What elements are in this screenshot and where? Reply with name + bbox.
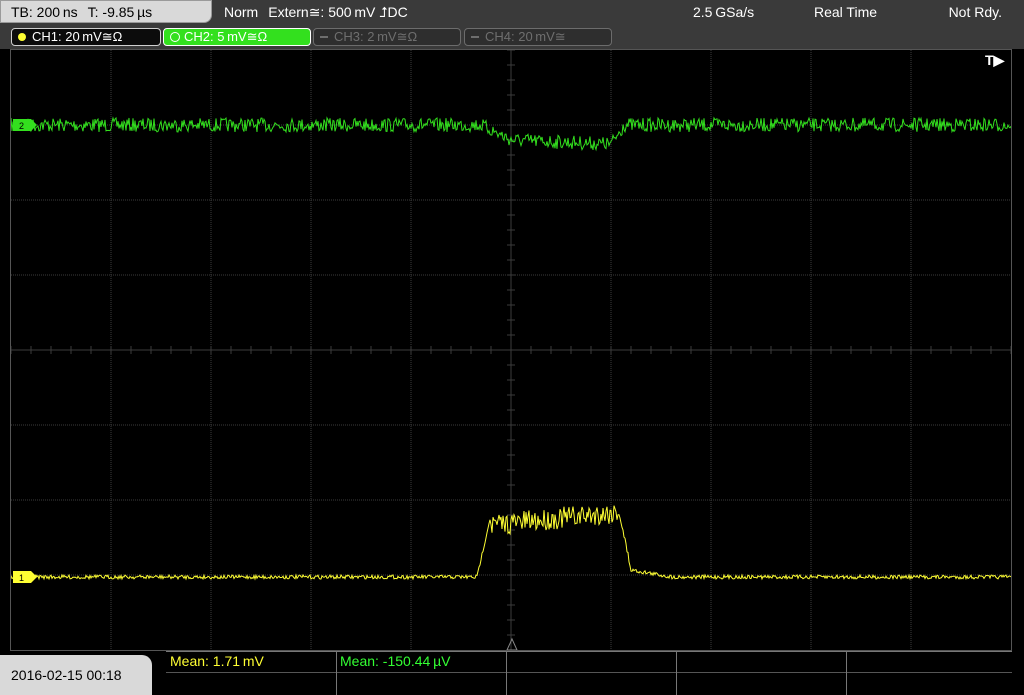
channel-1-offset-marker[interactable]: 1 xyxy=(13,571,37,583)
acquisition-status: Not Rdy. xyxy=(948,4,1002,20)
table-row-divider xyxy=(166,672,1012,673)
table-column-divider xyxy=(506,651,507,695)
table-column-divider xyxy=(676,651,677,695)
status-bar: TB: 200 ns T: -9.85 µs Norm Extern≅: 500 m… xyxy=(0,0,1024,25)
channel-2-tab[interactable]: CH2: 5 mV≅Ω xyxy=(163,28,311,46)
channel-1-indicator-icon xyxy=(18,33,26,41)
trigger-position-icon[interactable] xyxy=(506,637,518,650)
trigger-mode: Norm xyxy=(224,4,259,20)
table-column-divider xyxy=(846,651,847,695)
table-column-divider xyxy=(336,651,337,695)
table-top-border xyxy=(166,651,1012,652)
channel-4-label: CH4: 20 mV≅ xyxy=(485,29,566,44)
channel-bar: CH1: 20 mV≅Ω CH2: 5 mV≅Ω CH3: 2 mV≅Ω CH4… xyxy=(0,25,1024,49)
channel-2-marker-label: 2 xyxy=(19,121,24,131)
channel-1-mean[interactable]: Mean: 1.71 mV xyxy=(170,653,264,669)
date-time: 2016-02-15 00:18 xyxy=(0,655,152,695)
waveform-display[interactable]: 2 1 xyxy=(10,49,1012,651)
timebase-panel[interactable]: TB: 200 ns T: -9.85 µs xyxy=(0,0,212,23)
channel-3-indicator-icon xyxy=(320,36,328,38)
measurement-table: Mean: 1.71 mV Mean: -150.44 µV xyxy=(166,651,1012,695)
timebase: TB: 200 ns xyxy=(11,4,78,20)
trigger-source: Extern≅: 500 mV ⮥DC xyxy=(268,4,408,20)
channel-2-label: CH2: 5 mV≅Ω xyxy=(184,29,268,44)
trigger-panel[interactable]: Norm Extern≅: 500 mV ⮥DC xyxy=(224,0,418,24)
channel-2-mean[interactable]: Mean: -150.44 µV xyxy=(340,653,451,669)
sample-rate[interactable]: 2.5 GSa/s xyxy=(693,0,754,24)
waveform-canvas: 2 1 xyxy=(11,50,1011,650)
channel-3-tab[interactable]: CH3: 2 mV≅Ω xyxy=(313,28,461,46)
channel-1-label: CH1: 20 mV≅Ω xyxy=(32,29,123,44)
trigger-level-marker[interactable]: T▶ xyxy=(985,52,1004,69)
channel-1-marker-label: 1 xyxy=(19,573,24,583)
trigger-time: T: -9.85 µs xyxy=(87,4,153,20)
channel-4-indicator-icon xyxy=(471,36,479,38)
acquisition-mode[interactable]: Real Time xyxy=(814,0,877,24)
channel-1-tab[interactable]: CH1: 20 mV≅Ω xyxy=(11,28,161,46)
channel-2-indicator-icon xyxy=(170,32,180,42)
graticule xyxy=(11,50,1011,650)
channel-3-label: CH3: 2 mV≅Ω xyxy=(334,29,418,44)
channel-4-tab[interactable]: CH4: 20 mV≅ xyxy=(464,28,612,46)
